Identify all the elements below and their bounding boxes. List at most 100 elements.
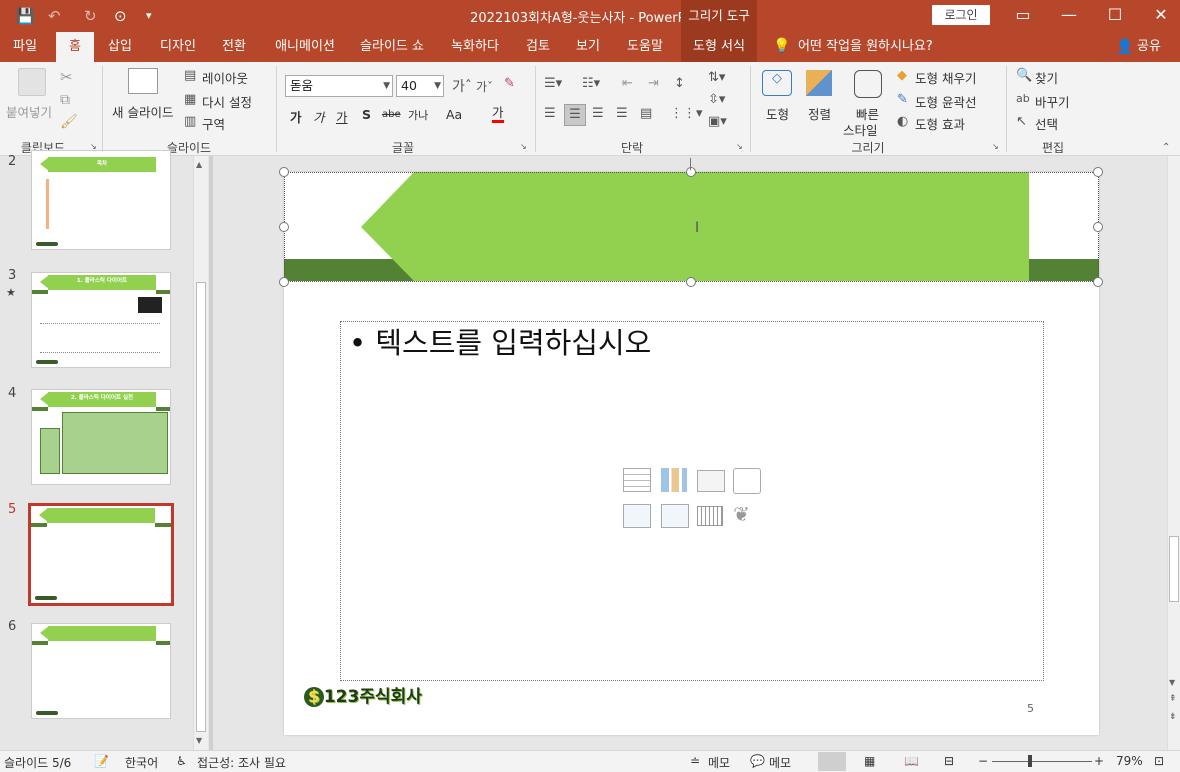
comments-icon[interactable]: 💬 xyxy=(750,754,765,768)
scroll-down-icon[interactable]: ▼ xyxy=(1169,678,1175,687)
reading-view-icon[interactable]: 📖 xyxy=(904,754,919,768)
resize-handle[interactable] xyxy=(279,277,289,287)
copy-icon[interactable]: ⧉ xyxy=(60,92,70,108)
insert-video-icon[interactable] xyxy=(697,506,723,526)
tab-view[interactable]: 보기 xyxy=(568,32,608,62)
tab-shape-format[interactable]: 도형 서식 xyxy=(681,32,757,62)
zoom-slider-track[interactable] xyxy=(992,761,1092,762)
font-launcher-icon[interactable]: ↘ xyxy=(520,142,527,151)
clear-format-icon[interactable]: ✎ xyxy=(504,76,515,91)
spell-check-icon[interactable]: 📝 xyxy=(94,754,109,768)
fit-to-window-icon[interactable]: ⊡ xyxy=(1154,754,1164,768)
slide-canvas[interactable]: I • 텍스트를 입력하십시오 ❦ $123주식회사 5 xyxy=(279,158,1103,735)
accessibility-status[interactable]: 접근성: 조사 필요 xyxy=(197,754,286,771)
notes-button[interactable]: 메모 xyxy=(708,754,730,771)
font-name-combo[interactable]: 돋움 ▼ xyxy=(285,75,393,97)
grow-font-icon[interactable]: 가ˆ xyxy=(452,76,472,96)
scroll-down-icon[interactable]: ▼ xyxy=(196,736,202,745)
resize-handle[interactable] xyxy=(1093,167,1103,177)
shadow-button[interactable]: S xyxy=(362,107,371,122)
new-slide-icon[interactable] xyxy=(128,68,158,94)
zoom-slider-thumb[interactable] xyxy=(1028,755,1032,767)
normal-view-icon[interactable] xyxy=(818,752,846,771)
tab-file[interactable]: 파일 xyxy=(0,32,50,62)
smartart-icon[interactable]: ▣▾ xyxy=(708,114,727,129)
resize-handle[interactable] xyxy=(686,167,696,177)
shapes-button[interactable]: 도형 xyxy=(766,104,789,123)
line-spacing-icon[interactable]: ↕ xyxy=(674,76,685,91)
tell-me-search[interactable]: 어떤 작업을 원하시나요? xyxy=(798,32,948,62)
scroll-up-icon[interactable]: ▲ xyxy=(196,160,202,169)
section-button[interactable]: 구역 xyxy=(202,114,225,133)
save-icon[interactable]: 💾 xyxy=(16,6,35,26)
text-direction-icon[interactable]: ⇅▾ xyxy=(708,70,725,85)
insert-chart-icon[interactable] xyxy=(661,468,687,492)
drawing-launcher-icon[interactable]: ↘ xyxy=(992,142,999,151)
zoom-out-icon[interactable]: − xyxy=(978,754,988,768)
format-painter-icon[interactable]: 🖌 xyxy=(60,114,78,130)
resize-handle[interactable] xyxy=(1093,277,1103,287)
tab-animations[interactable]: 애니메이션 xyxy=(264,32,346,62)
scroll-thumb[interactable] xyxy=(1169,536,1179,602)
numbering-icon[interactable]: ☷▾ xyxy=(582,76,600,91)
content-placeholder[interactable]: • 텍스트를 입력하십시오 ❦ xyxy=(340,321,1044,681)
tab-transitions[interactable]: 전환 xyxy=(214,32,254,62)
bullets-icon[interactable]: ☰▾ xyxy=(544,76,562,91)
minimize-icon[interactable]: — xyxy=(1046,0,1092,32)
bullet-text[interactable]: • 텍스트를 입력하십시오 xyxy=(349,320,651,362)
new-slide-button[interactable]: 새 슬라이드 xyxy=(112,102,173,121)
thumbnail-slide-5[interactable] xyxy=(31,506,171,603)
change-case-button[interactable]: Aa xyxy=(446,107,462,122)
decrease-indent-icon[interactable]: ⇤ xyxy=(622,76,633,91)
ribbon-display-icon[interactable]: ▭ xyxy=(1000,0,1046,32)
italic-button[interactable]: 가 xyxy=(313,107,325,126)
layout-button[interactable]: 레이아웃 xyxy=(202,68,248,87)
columns-icon[interactable]: ⋮⋮▾ xyxy=(670,106,703,121)
redo-icon[interactable]: ↻ xyxy=(84,6,97,26)
resize-handle[interactable] xyxy=(279,167,289,177)
distribute-icon[interactable]: ▤ xyxy=(640,106,652,121)
shape-outline-button[interactable]: 도형 윤곽선 xyxy=(915,92,976,111)
tab-home[interactable]: 홈 xyxy=(56,32,94,62)
align-text-icon[interactable]: ⇳▾ xyxy=(708,92,725,107)
arrange-button[interactable]: 정렬 xyxy=(808,104,831,123)
insert-3d-model-icon[interactable] xyxy=(733,468,761,494)
shape-effects-button[interactable]: 도형 효과 xyxy=(915,114,965,133)
bold-button[interactable]: 가 xyxy=(290,107,302,126)
resize-handle[interactable] xyxy=(1093,222,1103,232)
login-button[interactable]: 로그인 xyxy=(932,5,990,25)
justify-icon[interactable]: ☰ xyxy=(616,106,628,121)
underline-button[interactable]: 가 xyxy=(336,107,348,126)
thumbnail-slide-2[interactable]: 목차 xyxy=(31,150,171,250)
tab-record[interactable]: 녹화하다 xyxy=(442,32,508,62)
thumbnail-slide-6[interactable] xyxy=(31,623,171,719)
customize-qat-icon[interactable]: ▾ xyxy=(146,6,152,26)
char-spacing-button[interactable]: 가나 xyxy=(408,107,428,123)
align-left-icon[interactable]: ☰ xyxy=(544,106,556,121)
thumbnail-slide-4[interactable]: 2. 플라스틱 다이어트 실천 xyxy=(31,389,171,485)
language-indicator[interactable]: 한국어 xyxy=(125,754,158,771)
paragraph-launcher-icon[interactable]: ↘ xyxy=(736,142,743,151)
collapse-ribbon-icon[interactable]: ⌃ xyxy=(1162,142,1170,153)
thumbnail-slide-3[interactable]: 1. 플라스틱 다이어트 xyxy=(31,272,171,368)
slide-scrollbar[interactable]: ▼ ⇞ ⇟ xyxy=(1167,156,1180,750)
shrink-font-icon[interactable]: 가ˇ xyxy=(476,78,493,95)
thumbnail-scrollbar[interactable]: ▲ ▼ xyxy=(193,156,208,750)
notes-icon[interactable]: ≐ xyxy=(690,754,700,768)
maximize-icon[interactable]: ☐ xyxy=(1092,0,1138,32)
rotate-handle-stem[interactable] xyxy=(690,158,691,170)
scroll-thumb[interactable] xyxy=(196,282,206,732)
comments-button[interactable]: 메모 xyxy=(769,754,791,771)
undo-icon[interactable]: ↶ xyxy=(48,6,61,26)
insert-icons-icon[interactable]: ❦ xyxy=(733,502,757,528)
previous-slide-icon[interactable]: ⇞ xyxy=(1169,694,1177,704)
pane-splitter[interactable] xyxy=(209,156,213,750)
zoom-in-icon[interactable]: + xyxy=(1094,754,1104,768)
reset-button[interactable]: 다시 설정 xyxy=(202,92,252,111)
next-slide-icon[interactable]: ⇟ xyxy=(1169,712,1177,722)
paste-icon[interactable] xyxy=(18,68,46,96)
shape-fill-button[interactable]: 도형 채우기 xyxy=(915,68,976,87)
align-right-icon[interactable]: ☰ xyxy=(592,106,604,121)
resize-handle[interactable] xyxy=(686,277,696,287)
slideshow-icon[interactable]: ⊟ xyxy=(944,754,954,768)
